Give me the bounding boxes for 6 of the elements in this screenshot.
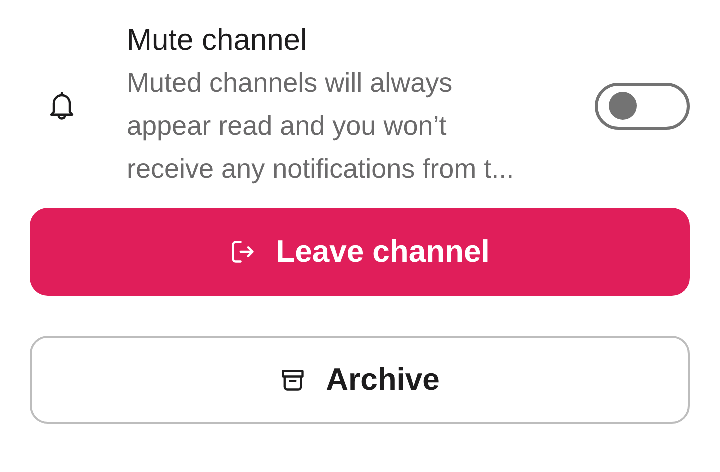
leave-icon — [230, 239, 256, 265]
mute-toggle[interactable] — [595, 82, 690, 130]
setting-title: Mute channel — [127, 22, 308, 58]
setting-description: Muted channels will always appear read and you won’t receive any notifications from t... — [127, 66, 516, 186]
leave-channel-button[interactable]: Leave channel — [30, 208, 690, 296]
archive-button[interactable]: Archive — [30, 336, 690, 424]
